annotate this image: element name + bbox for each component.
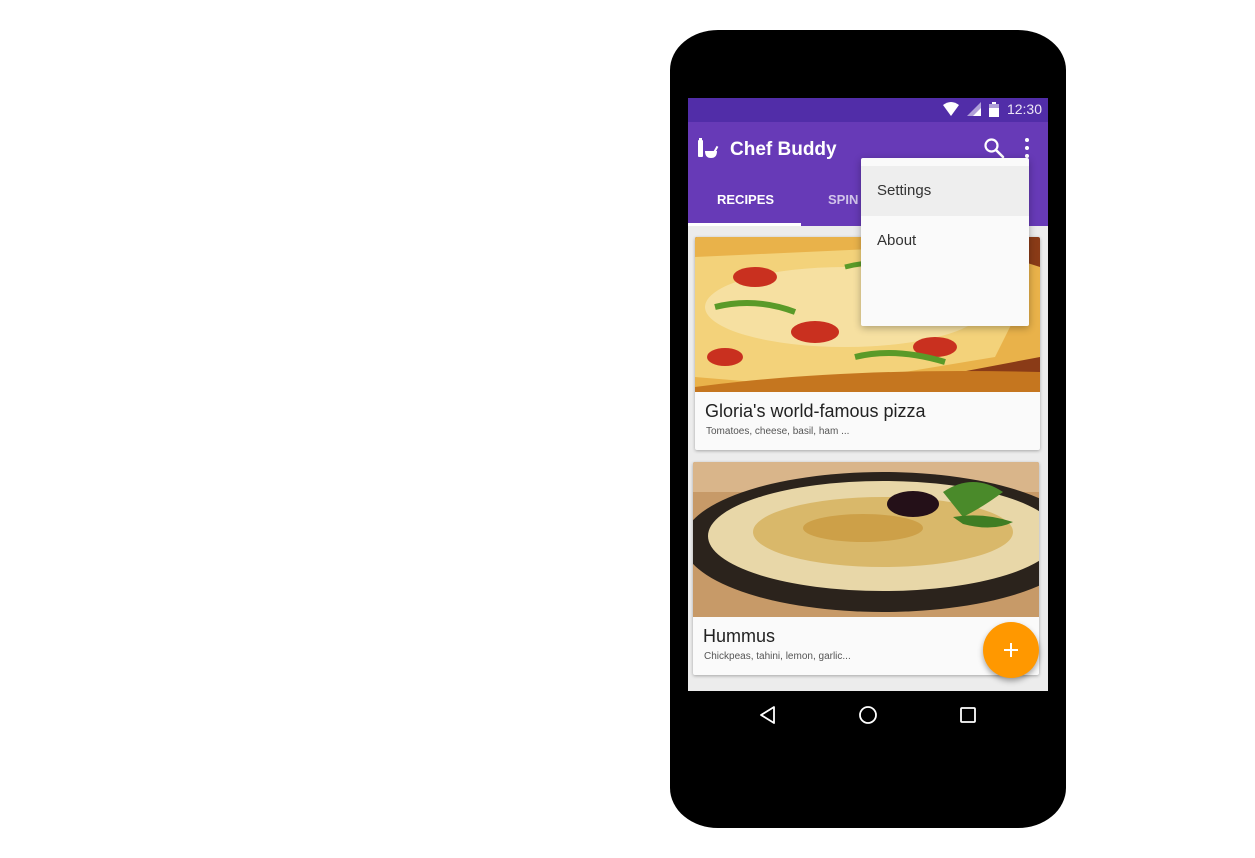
tab-indicator <box>688 223 801 226</box>
overflow-menu: Settings About <box>861 158 1029 326</box>
status-time: 12:30 <box>1006 101 1042 117</box>
back-icon[interactable] <box>758 705 778 725</box>
search-icon[interactable] <box>982 136 1006 160</box>
recipe-ingredients: Chickpeas, tahini, lemon, garlic... <box>704 651 851 662</box>
signal-icon <box>966 102 981 116</box>
recents-icon[interactable] <box>958 705 978 725</box>
recipe-ingredients: Tomatoes, cheese, basil, ham ... <box>706 426 850 437</box>
add-recipe-button[interactable] <box>983 622 1039 678</box>
status-bar: 12:30 <box>688 98 1048 122</box>
tab-recipes[interactable]: RECIPES <box>717 174 774 226</box>
home-icon[interactable] <box>858 705 878 725</box>
app-title: Chef Buddy <box>730 139 837 160</box>
plus-icon <box>1004 643 1018 657</box>
hummus-image <box>693 462 1039 617</box>
menu-item-settings[interactable]: Settings <box>861 166 1029 216</box>
chef-buddy-logo-icon <box>698 138 719 158</box>
battery-icon <box>988 101 999 117</box>
wifi-icon <box>942 102 959 116</box>
overflow-menu-icon[interactable] <box>1018 136 1036 160</box>
tab-spin[interactable]: SPIN <box>828 174 858 226</box>
recipe-title: Gloria's world-famous pizza <box>705 401 926 421</box>
recipe-title: Hummus <box>703 626 776 646</box>
app-screen: 12:30 Chef Buddy RECIPES SPIN Gloria's w… <box>688 98 1048 691</box>
menu-item-about[interactable]: About <box>861 216 1029 266</box>
navigation-bar <box>688 691 1048 739</box>
